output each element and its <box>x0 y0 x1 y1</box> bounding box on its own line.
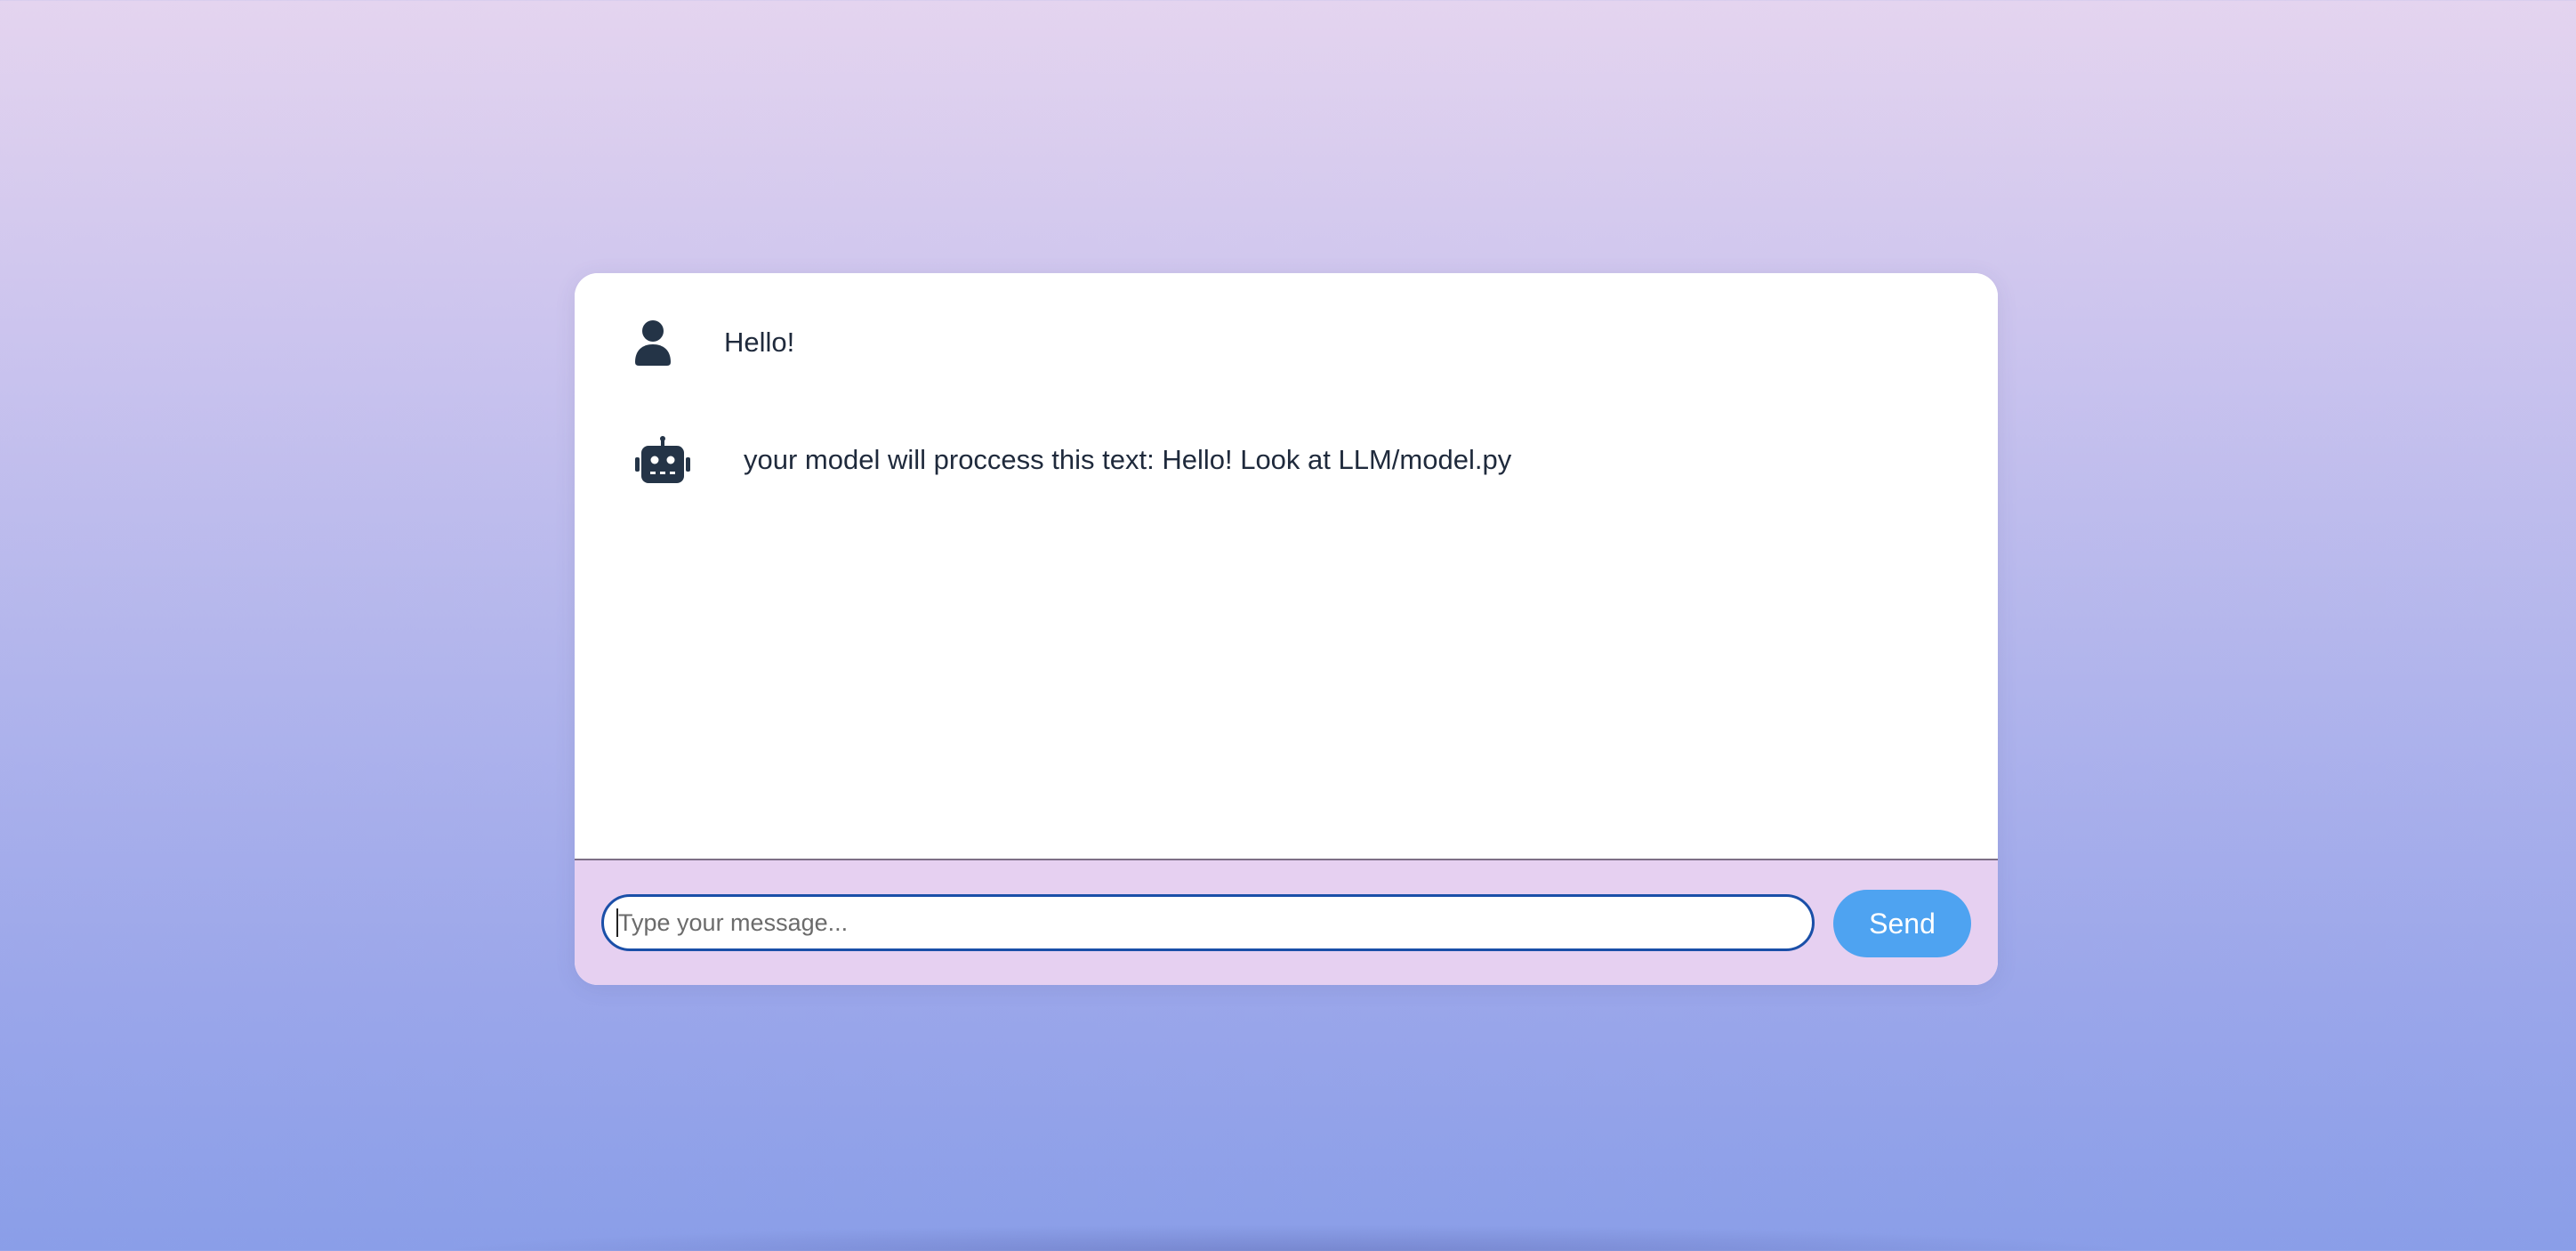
message-bot: your model will proccess this text: Hell… <box>635 436 1511 484</box>
chat-window: Hello! your model will proccess this tex… <box>575 273 1998 985</box>
robot-icon <box>635 436 690 484</box>
message-text: Hello! <box>724 327 795 358</box>
send-button[interactable]: Send <box>1833 890 1971 957</box>
message-user: Hello! <box>635 319 794 366</box>
page-bottom-shadow <box>409 1224 2170 1251</box>
composer: Send <box>575 860 1998 985</box>
user-icon <box>635 319 671 366</box>
text-caret <box>616 908 618 937</box>
message-text: your model will proccess this text: Hell… <box>744 444 1512 475</box>
message-input[interactable] <box>601 894 1815 951</box>
message-list: Hello! your model will proccess this tex… <box>575 273 1998 860</box>
